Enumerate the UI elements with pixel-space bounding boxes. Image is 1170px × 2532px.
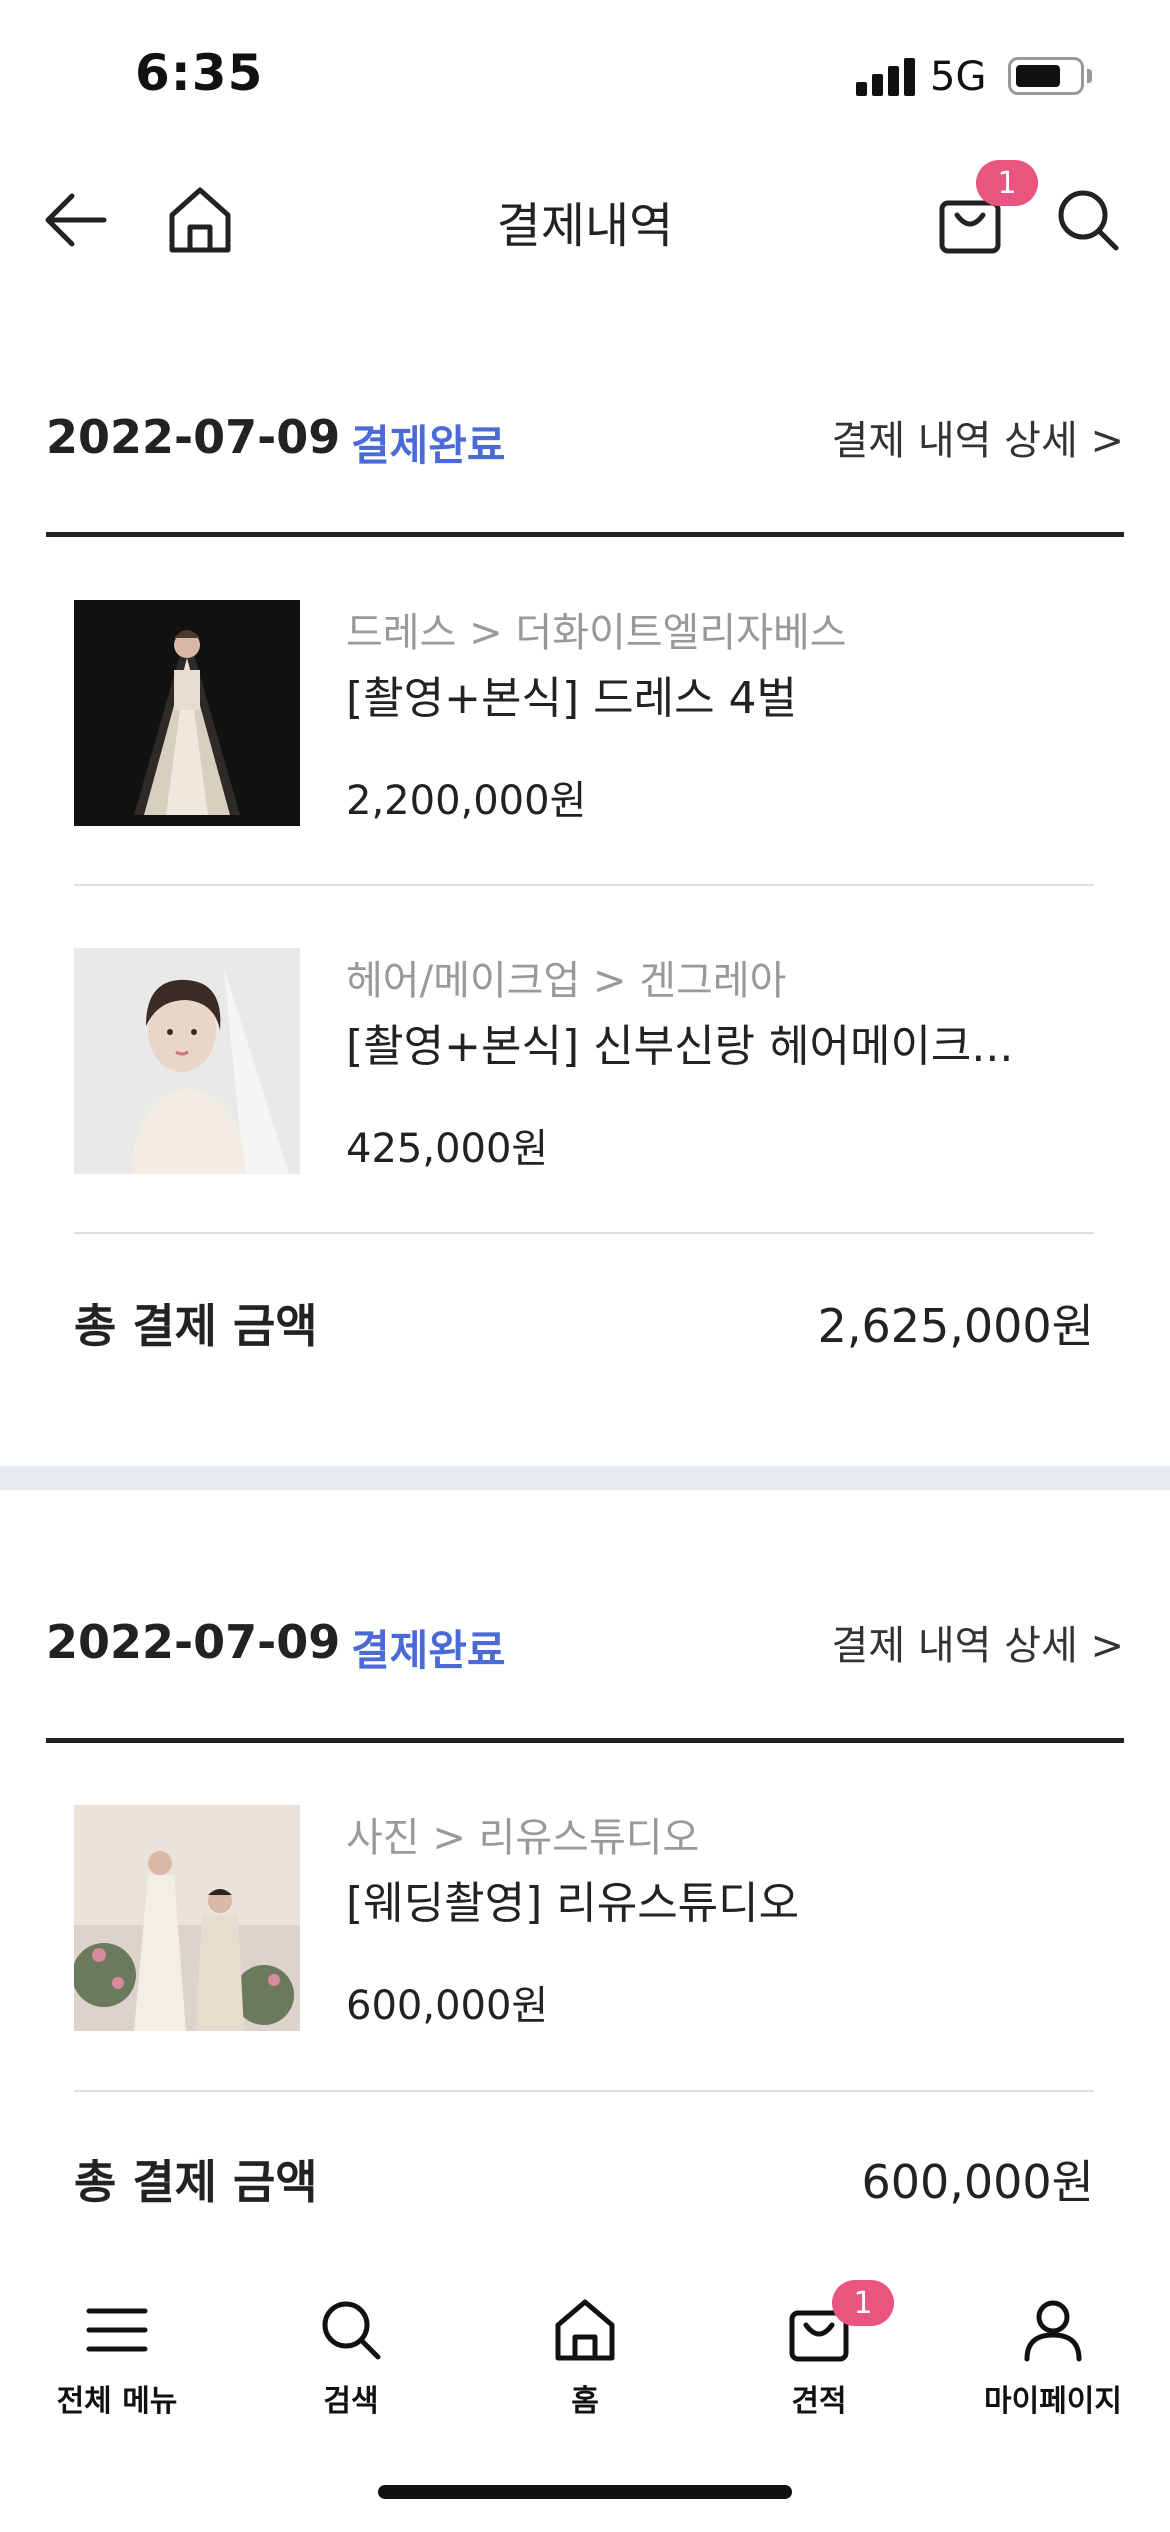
nav-label: 홈 (571, 2384, 599, 2419)
order-status: 결제완료 (351, 421, 506, 470)
nav-label: 검색 (323, 2384, 379, 2419)
total-label: 총 결제 금액 (74, 2155, 318, 2209)
item-price: 600,000원 (346, 1983, 549, 2029)
nav-item-search[interactable]: 검색 (234, 2290, 468, 2440)
back-button[interactable] (35, 180, 115, 260)
nav-item-home[interactable]: 홈 (468, 2290, 702, 2440)
item-category: 사진 > 리유스튜디오 (346, 1815, 700, 1861)
product-thumbnail-dress (74, 600, 300, 826)
order-date: 2022-07-09 (46, 410, 341, 464)
person-icon (1013, 2290, 1093, 2370)
item-price: 2,200,000원 (346, 778, 587, 824)
item-name: [촬영+본식] 신부신랑 헤어메이크... (346, 1021, 1014, 1072)
search-icon (1058, 190, 1119, 251)
search-button[interactable] (1048, 180, 1128, 260)
order-detail-link[interactable]: 결제 내역 상세 > (832, 408, 1124, 466)
item-category: 헤어/메이크업 > 겐그레아 (346, 958, 787, 1004)
order-item[interactable]: 헤어/메이크업 > 겐그레아 [촬영+본식] 신부신랑 헤어메이크... 425… (74, 948, 1094, 1178)
item-divider (74, 884, 1094, 886)
order-item[interactable]: 드레스 > 더화이트엘리자베스 [촬영+본식] 드레스 4벌 2,200,000… (74, 600, 1094, 830)
total-label: 총 결제 금액 (74, 1299, 318, 1353)
item-name: [웨딩촬영] 리유스튜디오 (346, 1878, 800, 1929)
battery-icon (1008, 57, 1084, 95)
back-arrow-icon (45, 193, 107, 247)
search-icon (311, 2290, 391, 2370)
cart-count-badge: 1 (976, 160, 1038, 206)
order-status: 결제완료 (351, 1626, 506, 1675)
nav-item-menu[interactable]: 전체 메뉴 (0, 2290, 234, 2440)
estimate-count-badge: 1 (832, 2280, 894, 2326)
item-price: 425,000원 (346, 1126, 549, 1172)
home-button[interactable] (160, 180, 240, 260)
menu-icon (77, 2290, 157, 2370)
item-divider (74, 2090, 1094, 2092)
total-value: 600,000원 (861, 2155, 1094, 2209)
nav-label: 견적 (791, 2384, 847, 2419)
network-type: 5G (930, 54, 987, 100)
product-thumbnail-makeup (74, 948, 300, 1174)
signal-icon (856, 58, 916, 96)
home-icon (545, 2290, 625, 2370)
item-category: 드레스 > 더화이트엘리자베스 (346, 610, 847, 656)
order-header: 2022-07-09 결제완료 결제 내역 상세 > (46, 400, 1124, 480)
item-divider (74, 1232, 1094, 1234)
nav-label: 전체 메뉴 (56, 2384, 178, 2419)
nav-label: 마이페이지 (984, 2384, 1122, 2419)
product-thumbnail-studio (74, 1805, 300, 2031)
nav-item-mypage[interactable]: 마이페이지 (936, 2290, 1170, 2440)
order-header: 2022-07-09 결제완료 결제 내역 상세 > (46, 1605, 1124, 1685)
home-icon (169, 187, 231, 253)
nav-item-estimate[interactable]: 견적 1 (702, 2280, 936, 2440)
status-time: 6:35 (135, 44, 264, 102)
order-item[interactable]: 사진 > 리유스튜디오 [웨딩촬영] 리유스튜디오 600,000원 (74, 1805, 1094, 2035)
home-indicator (378, 2485, 792, 2499)
total-value: 2,625,000원 (817, 1299, 1094, 1353)
section-divider (0, 1466, 1170, 1490)
order-date: 2022-07-09 (46, 1615, 341, 1669)
header: 결제내역 1 (0, 150, 1170, 280)
battery-cap (1087, 69, 1092, 83)
status-bar: 6:35 5G (0, 0, 1170, 150)
order-divider (46, 1738, 1124, 1743)
item-name: [촬영+본식] 드레스 4벌 (346, 673, 798, 724)
order-detail-link[interactable]: 결제 내역 상세 > (832, 1613, 1124, 1671)
order-divider (46, 532, 1124, 537)
